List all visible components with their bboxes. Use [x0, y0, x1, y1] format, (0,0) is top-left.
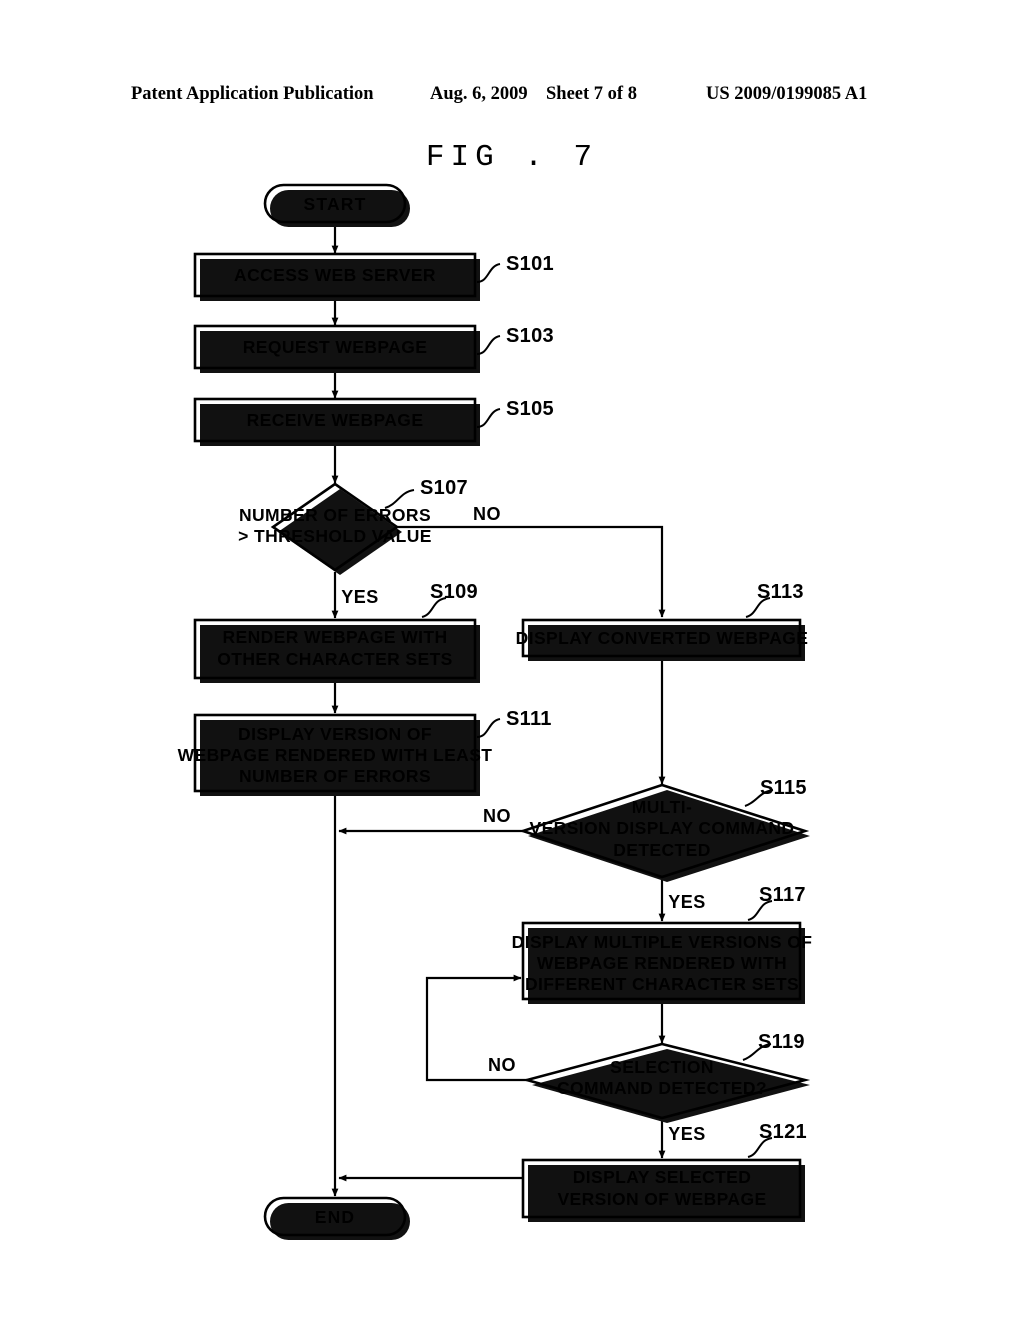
- s115-label-line2: VERSION DISPLAY COMMAND: [530, 818, 795, 838]
- step-ref-s109: S109: [421, 581, 478, 618]
- node-s121[interactable]: DISPLAY SELECTED VERSION OF WEBPAGE: [521, 1158, 805, 1222]
- node-s111[interactable]: DISPLAY VERSION OF WEBPAGE RENDERED WITH…: [178, 713, 493, 796]
- step-ref-s111: S111: [476, 708, 552, 738]
- s101-label-line1: ACCESS WEB SERVER: [234, 265, 436, 285]
- s121-label-line2: VERSION OF WEBPAGE: [557, 1189, 766, 1209]
- s109-label-line2: OTHER CHARACTER SETS: [217, 649, 453, 669]
- node-s101[interactable]: ACCESS WEB SERVER: [193, 252, 480, 301]
- s107-step-number: S107: [420, 477, 468, 499]
- s107-yes-label: YES: [341, 587, 379, 607]
- s121-label-line1: DISPLAY SELECTED: [573, 1167, 752, 1187]
- step-ref-s105: S105: [476, 398, 554, 428]
- flowchart-figure-7: START ACCESS WEB SERVER S101 REQUEST WEB…: [178, 183, 813, 1240]
- s107-no-label: NO: [473, 504, 501, 524]
- s117-label-line3: DIFFERENT CHARACTER SETS: [525, 974, 799, 994]
- s101-step-number: S101: [506, 253, 554, 275]
- s109-step-number: S109: [430, 581, 478, 603]
- s103-label-line1: REQUEST WEBPAGE: [243, 337, 428, 357]
- step-ref-s107: S107: [384, 477, 468, 509]
- s111-label-line2: WEBPAGE RENDERED WITH LEAST: [178, 745, 493, 765]
- s117-label-line2: WEBPAGE RENDERED WITH: [537, 953, 787, 973]
- node-s119[interactable]: SELECTION COMMAND DETECTED?: [522, 1042, 811, 1123]
- s119-no-label: NO: [488, 1055, 516, 1075]
- step-ref-s119: S119: [742, 1031, 805, 1061]
- s113-label-line1: DISPLAY CONVERTED WEBPAGE: [516, 628, 809, 648]
- s121-step-number: S121: [759, 1121, 807, 1143]
- s111-label-line3: NUMBER OF ERRORS: [239, 766, 431, 786]
- s107-label-line2: > THRESHOLD VALUE: [238, 526, 432, 546]
- s105-label-line1: RECEIVE WEBPAGE: [247, 410, 424, 430]
- step-ref-s101: S101: [476, 253, 554, 283]
- step-ref-s113: S113: [745, 581, 804, 618]
- end-label: END: [315, 1207, 356, 1227]
- s115-no-label: NO: [483, 806, 511, 826]
- s115-step-number: S115: [760, 777, 807, 799]
- step-ref-s117: S117: [747, 884, 806, 921]
- s111-leader-line: [476, 718, 501, 738]
- node-s109[interactable]: RENDER WEBPAGE WITH OTHER CHARACTER SETS: [193, 618, 480, 683]
- step-ref-s103: S103: [476, 325, 554, 355]
- s105-leader-line: [476, 408, 501, 428]
- s107-label-line1: NUMBER OF ERRORS: [239, 505, 431, 525]
- node-s105[interactable]: RECEIVE WEBPAGE: [193, 397, 480, 446]
- node-s113[interactable]: DISPLAY CONVERTED WEBPAGE: [516, 618, 809, 661]
- patent-page: Patent Application Publication Aug. 6, 2…: [0, 0, 1024, 1320]
- s119-label-line1: SELECTION: [610, 1057, 714, 1077]
- s115-yes-label: YES: [668, 892, 706, 912]
- s119-yes-label: YES: [668, 1124, 706, 1144]
- s113-step-number: S113: [757, 581, 804, 603]
- s109-label-line1: RENDER WEBPAGE WITH: [222, 627, 447, 647]
- s103-step-number: S103: [506, 325, 554, 347]
- s119-label-line2: COMMAND DETECTED?: [557, 1078, 767, 1098]
- s119-step-number: S119: [758, 1031, 805, 1053]
- s105-step-number: S105: [506, 398, 554, 420]
- step-ref-s121: S121: [747, 1121, 807, 1158]
- s117-step-number: S117: [759, 884, 806, 906]
- s111-label-line1: DISPLAY VERSION OF: [238, 724, 432, 744]
- node-start[interactable]: START: [263, 183, 410, 227]
- node-s117[interactable]: DISPLAY MULTIPLE VERSIONS OF WEBPAGE REN…: [512, 921, 813, 1004]
- node-end[interactable]: END: [263, 1196, 410, 1240]
- step-ref-s115: S115: [744, 777, 807, 807]
- s115-label-line3: DETECTED: [613, 840, 711, 860]
- s115-label-line1: MULTI-: [632, 797, 692, 817]
- s111-step-number: S111: [506, 708, 552, 730]
- s117-label-line1: DISPLAY MULTIPLE VERSIONS OF: [512, 932, 813, 952]
- node-s107[interactable]: NUMBER OF ERRORS > THRESHOLD VALUE: [238, 482, 432, 575]
- s103-leader-line: [476, 335, 501, 355]
- s101-leader-line: [476, 263, 501, 283]
- start-label: START: [303, 194, 366, 214]
- node-s103[interactable]: REQUEST WEBPAGE: [193, 324, 480, 373]
- node-s115[interactable]: MULTI- VERSION DISPLAY COMMAND DETECTED: [518, 783, 810, 882]
